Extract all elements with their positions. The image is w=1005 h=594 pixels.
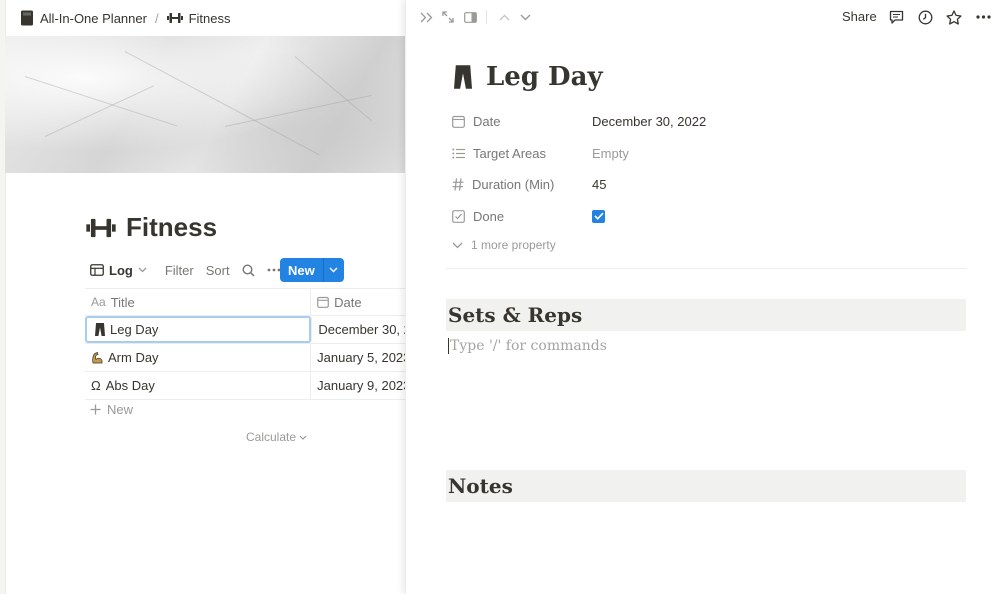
chevron-down-icon [452,242,463,249]
add-row-label: New [107,402,134,417]
row-title: Leg Day [110,322,159,337]
chevron-down-icon [329,267,338,273]
column-header-label: Title [110,294,135,310]
property-label[interactable]: Duration (Min) [452,177,592,192]
filter-button[interactable]: Filter [165,263,194,278]
chevron-down-icon [299,435,307,440]
row-title: Arm Day [108,350,159,365]
property-label[interactable]: Date [452,114,592,129]
section-heading-notes[interactable]: Notes [446,470,966,502]
property-label-text: Date [473,113,501,129]
row-date: December 30, 2022 [318,322,405,337]
property-target-areas: Target Areas Empty [452,141,972,165]
properties-divider [446,268,966,269]
record-title: Leg Day [454,62,603,92]
row-date: January 5, 2023 [317,350,405,365]
breadcrumb-separator: / [154,10,159,26]
calculate-label: Calculate [246,430,297,444]
property-duration: Duration (Min) 45 [452,172,972,196]
breadcrumb-page[interactable]: Fitness [189,11,231,26]
cover-image [5,36,405,173]
add-row-button[interactable]: New [90,402,133,417]
more-icon[interactable] [974,6,992,28]
comment-icon[interactable] [887,6,905,28]
dumbbell-icon [86,217,116,239]
clock-icon[interactable] [916,6,934,28]
side-peek-panel: Share Leg Day Date December 30, 2022 Tar… [405,0,1005,594]
omega-icon: Ω [91,378,101,393]
table-header: Aa Title Date [85,288,405,316]
database-table: Aa Title Date Leg Day December 30, 2022 [85,288,405,400]
more-properties-toggle[interactable]: 1 more property [452,238,556,252]
checkbox-property-icon [452,209,465,223]
chevron-down-icon[interactable] [517,6,533,28]
plus-icon [90,404,101,415]
calendar-icon [317,296,330,308]
more-icon[interactable] [267,268,281,272]
calendar-icon [452,115,465,128]
expand-icon[interactable] [440,6,456,28]
column-header-label: Date [334,294,362,310]
row-date: January 9, 2023 [317,378,405,393]
list-icon [452,148,465,159]
flexed-arm-icon [91,351,103,364]
toolbar-divider [486,10,487,24]
text-property-icon: Aa [91,295,106,309]
chevron-down-icon [138,267,147,273]
panel-layout-icon[interactable] [462,6,478,28]
done-checkbox[interactable] [592,209,605,223]
table-row[interactable]: Ω Abs Day January 9, 2023 [85,372,405,400]
table-row[interactable]: Leg Day December 30, 2022 [85,316,405,344]
chevron-up-icon[interactable] [496,6,512,28]
section-heading-sets-reps[interactable]: Sets & Reps [446,299,966,331]
block-placeholder[interactable]: Type '/' for commands [448,338,607,354]
property-label-text: Done [473,208,505,224]
breadcrumb: All-In-One Planner / Fitness [20,8,230,28]
new-button-group: New [280,258,344,282]
peek-toolbar: Share [406,6,1005,28]
view-tab-log[interactable]: Log [90,263,147,278]
placeholder-text: Type '/' for commands [450,338,607,354]
column-header-title[interactable]: Aa Title [85,289,312,315]
breadcrumb-workspace[interactable]: All-In-One Planner [40,11,147,26]
record-title-text[interactable]: Leg Day [486,62,603,92]
new-dropdown-button[interactable] [322,258,344,282]
page-title-text: Fitness [126,212,218,242]
page-title: Fitness [86,212,217,243]
property-label-text: Target Areas [473,145,546,161]
property-label[interactable]: Target Areas [452,146,592,161]
view-tab-label: Log [109,262,133,278]
row-title: Abs Day [105,378,155,393]
search-icon[interactable] [242,263,255,277]
property-date-value[interactable]: December 30, 2022 [592,114,706,129]
table-icon [90,264,104,276]
calculate-button[interactable]: Calculate [246,430,307,444]
pants-icon [95,323,105,336]
notebook-icon [20,10,34,26]
view-toolbar: Log Filter Sort [90,258,281,282]
database-page: All-In-One Planner / Fitness Fitness Log… [0,0,405,594]
table-row[interactable]: Arm Day January 5, 2023 [85,344,405,372]
text-caret [448,338,449,354]
sort-button[interactable]: Sort [206,263,230,278]
property-label[interactable]: Done [452,209,592,224]
column-header-date[interactable]: Date [311,289,405,315]
property-done: Done [452,204,972,228]
number-hash-icon [452,177,464,191]
property-target-areas-value[interactable]: Empty [592,146,629,161]
more-properties-label: 1 more property [471,238,556,252]
pants-icon [454,64,472,90]
property-duration-value[interactable]: 45 [592,177,606,192]
property-label-text: Duration (Min) [472,176,555,192]
close-peek-icon[interactable] [418,6,434,28]
dumbbell-icon [166,12,183,24]
property-date: Date December 30, 2022 [452,109,972,133]
checkmark-icon [593,212,604,220]
star-icon[interactable] [945,6,963,28]
share-button[interactable]: Share [842,9,877,24]
new-button[interactable]: New [280,258,323,282]
